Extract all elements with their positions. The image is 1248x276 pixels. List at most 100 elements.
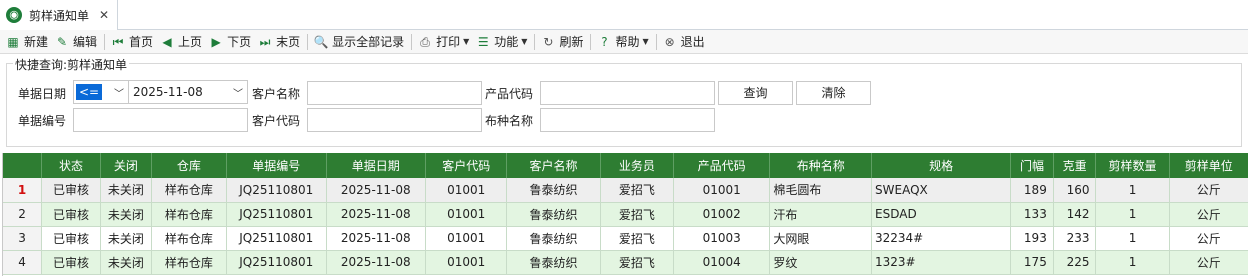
row-number[interactable]: 2 bbox=[3, 202, 43, 227]
table-cell[interactable]: 1 bbox=[1095, 202, 1170, 227]
table-cell[interactable]: 233 bbox=[1053, 226, 1097, 251]
new-button[interactable]: ▦ 新建 bbox=[3, 31, 52, 53]
column-header[interactable]: 单据编号 bbox=[226, 153, 327, 178]
table-cell[interactable]: 公斤 bbox=[1169, 178, 1248, 203]
table-cell[interactable]: 1 bbox=[1095, 178, 1170, 203]
close-icon[interactable]: ✕ bbox=[99, 8, 109, 22]
table-cell[interactable]: 1 bbox=[1095, 250, 1170, 275]
table-cell[interactable]: 01001 bbox=[425, 202, 508, 227]
table-cell[interactable]: 2025-11-08 bbox=[326, 250, 427, 275]
table-cell[interactable]: 01001 bbox=[425, 250, 508, 275]
column-header[interactable]: 状态 bbox=[41, 153, 102, 178]
table-row[interactable]: 3 已审核 未关闭 样布仓库 JQ25110801 2025-11-08 01001 鲁泰纺织… bbox=[3, 226, 1248, 251]
table-cell[interactable]: 未关闭 bbox=[100, 226, 152, 251]
table-cell[interactable]: 样布仓库 bbox=[151, 178, 227, 203]
table-cell[interactable]: JQ25110801 bbox=[226, 178, 327, 203]
table-cell[interactable]: 汗布 bbox=[769, 202, 872, 227]
table-cell[interactable]: JQ25110801 bbox=[226, 202, 327, 227]
table-cell[interactable]: 01001 bbox=[425, 178, 508, 203]
table-cell[interactable]: 鲁泰纺织 bbox=[506, 226, 601, 251]
table-cell[interactable]: 2025-11-08 bbox=[326, 202, 427, 227]
column-header[interactable]: 剪样数量 bbox=[1095, 153, 1170, 178]
table-cell[interactable]: 01001 bbox=[425, 226, 508, 251]
table-cell[interactable]: 01003 bbox=[673, 226, 771, 251]
table-cell[interactable]: JQ25110801 bbox=[226, 226, 327, 251]
print-button[interactable]: ⎙ 打印 ▼ bbox=[415, 31, 473, 53]
table-cell[interactable]: SWEAQX bbox=[871, 178, 1012, 203]
table-cell[interactable]: 193 bbox=[1010, 226, 1054, 251]
table-cell[interactable]: 未关闭 bbox=[100, 250, 152, 275]
query-button[interactable]: 查询 bbox=[718, 81, 793, 105]
first-button[interactable]: ⏮ 首页 bbox=[108, 31, 157, 53]
column-header[interactable]: 客户代码 bbox=[425, 153, 508, 178]
table-cell[interactable]: 棉毛圆布 bbox=[769, 178, 872, 203]
table-cell[interactable]: 鲁泰纺织 bbox=[506, 250, 601, 275]
customer-code-input[interactable] bbox=[307, 108, 482, 132]
column-header[interactable]: 关闭 bbox=[100, 153, 152, 178]
table-cell[interactable]: 已审核 bbox=[41, 250, 102, 275]
func-button[interactable]: ☰ 功能 ▼ bbox=[473, 31, 531, 53]
tab-cut-sample-notice[interactable]: ◉ 剪样通知单 ✕ bbox=[0, 0, 118, 30]
table-cell[interactable]: 225 bbox=[1053, 250, 1097, 275]
table-cell[interactable]: 2025-11-08 bbox=[326, 178, 427, 203]
table-cell[interactable]: 鲁泰纺织 bbox=[506, 178, 601, 203]
table-cell[interactable]: ESDAD bbox=[871, 202, 1012, 227]
table-cell[interactable]: 爱招飞 bbox=[600, 226, 674, 251]
table-cell[interactable]: 已审核 bbox=[41, 226, 102, 251]
date-operator-select[interactable]: <= ﹀ bbox=[73, 80, 129, 104]
column-header[interactable]: 业务员 bbox=[600, 153, 674, 178]
row-number[interactable]: 3 bbox=[3, 226, 43, 251]
table-cell[interactable]: 已审核 bbox=[41, 178, 102, 203]
table-cell[interactable]: 1323# bbox=[871, 250, 1012, 275]
table-cell[interactable]: 01004 bbox=[673, 250, 771, 275]
column-header[interactable]: 布种名称 bbox=[769, 153, 872, 178]
product-code-input[interactable] bbox=[540, 81, 715, 105]
table-cell[interactable]: 32234# bbox=[871, 226, 1012, 251]
table-cell[interactable]: 鲁泰纺织 bbox=[506, 202, 601, 227]
date-picker[interactable]: 2025-11-08 ﹀ bbox=[128, 80, 248, 104]
column-header[interactable]: 客户名称 bbox=[506, 153, 601, 178]
table-cell[interactable]: 01001 bbox=[673, 178, 771, 203]
table-cell[interactable]: 未关闭 bbox=[100, 178, 152, 203]
refresh-button[interactable]: ↻ 刷新 bbox=[538, 31, 587, 53]
last-button[interactable]: ⏭ 末页 bbox=[255, 31, 304, 53]
table-cell[interactable]: 公斤 bbox=[1169, 226, 1248, 251]
table-cell[interactable]: 样布仓库 bbox=[151, 250, 227, 275]
table-cell[interactable]: 01002 bbox=[673, 202, 771, 227]
showall-button[interactable]: 🔍 显示全部记录 bbox=[311, 31, 408, 53]
edit-button[interactable]: ✎ 编辑 bbox=[52, 31, 101, 53]
table-cell[interactable]: 爱招飞 bbox=[600, 202, 674, 227]
fabric-name-input[interactable] bbox=[540, 108, 715, 132]
table-cell[interactable]: 142 bbox=[1053, 202, 1097, 227]
column-header[interactable]: 规格 bbox=[871, 153, 1012, 178]
table-cell[interactable]: 样布仓库 bbox=[151, 226, 227, 251]
table-cell[interactable]: 样布仓库 bbox=[151, 202, 227, 227]
table-cell[interactable]: 爱招飞 bbox=[600, 250, 674, 275]
row-number[interactable]: 1 bbox=[3, 178, 43, 203]
table-row[interactable]: 4 已审核 未关闭 样布仓库 JQ25110801 2025-11-08 01001 鲁泰纺织… bbox=[3, 250, 1248, 275]
table-cell[interactable]: 160 bbox=[1053, 178, 1097, 203]
table-cell[interactable]: 公斤 bbox=[1169, 250, 1248, 275]
table-cell[interactable]: 189 bbox=[1010, 178, 1054, 203]
table-cell[interactable]: 2025-11-08 bbox=[326, 226, 427, 251]
table-cell[interactable]: 罗纹 bbox=[769, 250, 872, 275]
prev-button[interactable]: ◀ 上页 bbox=[157, 31, 206, 53]
table-cell[interactable]: 175 bbox=[1010, 250, 1054, 275]
doc-no-input[interactable] bbox=[73, 108, 248, 132]
customer-name-input[interactable] bbox=[307, 81, 482, 105]
row-number[interactable]: 4 bbox=[3, 250, 43, 275]
table-cell[interactable]: 已审核 bbox=[41, 202, 102, 227]
column-header[interactable]: 产品代码 bbox=[673, 153, 771, 178]
table-cell[interactable]: JQ25110801 bbox=[226, 250, 327, 275]
column-header[interactable]: 门幅 bbox=[1010, 153, 1054, 178]
column-header[interactable]: 仓库 bbox=[151, 153, 227, 178]
table-cell[interactable]: 未关闭 bbox=[100, 202, 152, 227]
exit-button[interactable]: ⊗ 退出 bbox=[660, 31, 709, 53]
table-cell[interactable]: 大网眼 bbox=[769, 226, 872, 251]
next-button[interactable]: ▶ 下页 bbox=[206, 31, 255, 53]
table-cell[interactable]: 爱招飞 bbox=[600, 178, 674, 203]
table-cell[interactable]: 1 bbox=[1095, 226, 1170, 251]
help-button[interactable]: ? 帮助 ▼ bbox=[594, 31, 652, 53]
table-cell[interactable]: 133 bbox=[1010, 202, 1054, 227]
column-header[interactable]: 剪样单位 bbox=[1169, 153, 1248, 178]
